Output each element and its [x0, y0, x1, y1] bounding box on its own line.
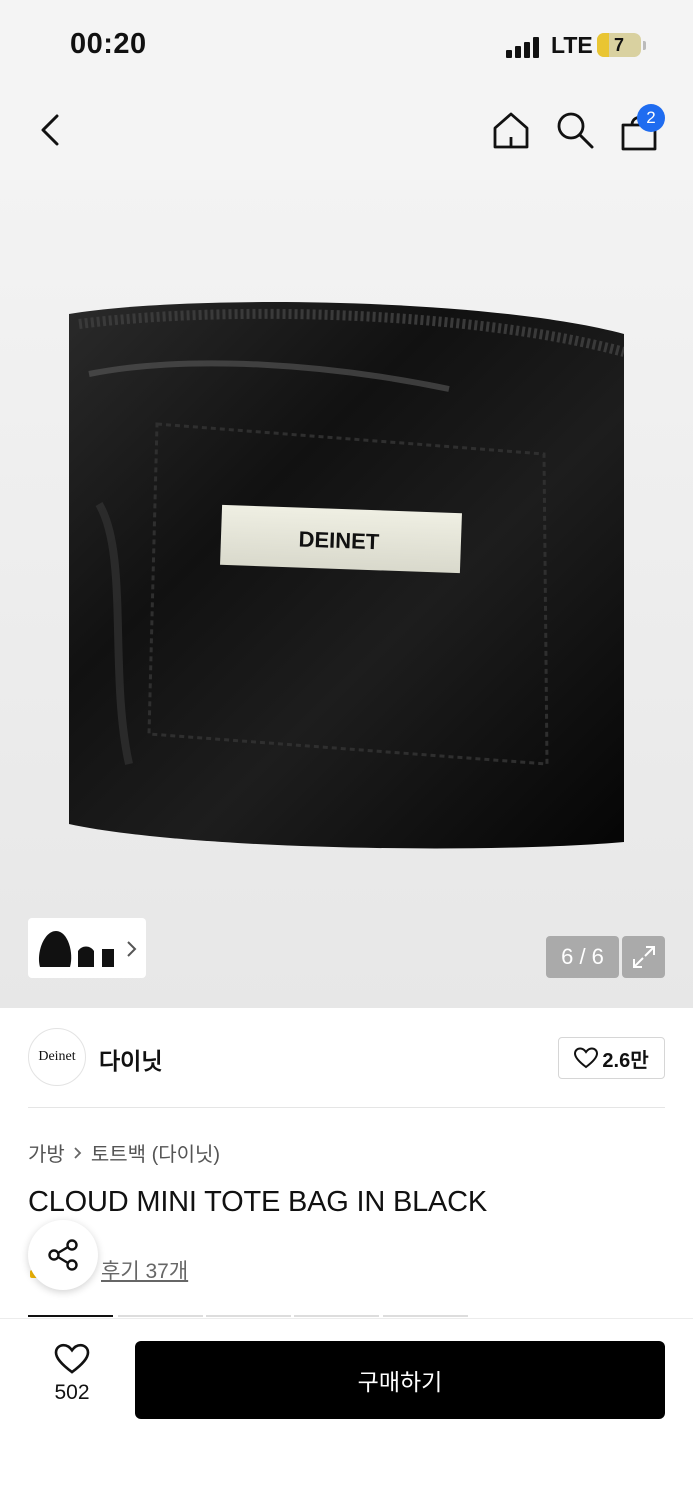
battery-icon: 7 [597, 33, 641, 57]
heart-outline-icon [574, 1047, 599, 1069]
product-image: DEINET [69, 302, 624, 849]
battery-cap [643, 41, 646, 50]
share-icon [48, 1239, 78, 1271]
top-nav [0, 90, 693, 180]
divider [28, 1107, 665, 1108]
signal-icon [506, 36, 542, 58]
fullscreen-button[interactable] [622, 936, 665, 978]
network-type: LTE [551, 32, 593, 58]
like-button[interactable]: 502 [36, 1343, 108, 1413]
brand-favorite-button[interactable]: 2.6만 [558, 1037, 665, 1079]
share-button[interactable] [28, 1220, 98, 1290]
like-count: 502 [54, 1381, 90, 1404]
expand-icon [632, 946, 655, 968]
bag-label-text: DEINET [298, 527, 380, 555]
gallery-thumbnails[interactable] [28, 918, 146, 978]
brand-favorite-count: 2.6만 [602, 1049, 649, 1072]
status-bar: 00:20 LTE 7 [0, 0, 693, 90]
product-detail-screen: 00:20 LTE 7 2 DEINET 6 / 6 Deinet 다이닛 2.… [0, 0, 693, 1500]
brand-name[interactable]: 다이닛 [99, 1042, 162, 1076]
chevron-right-icon [127, 941, 137, 957]
chevron-right-icon [74, 1146, 82, 1159]
bag-thumbnail-icon [38, 931, 114, 967]
heart-outline-icon [54, 1343, 90, 1374]
battery-level: 7 [613, 35, 624, 55]
image-counter: 6 / 6 [546, 936, 619, 978]
buy-button[interactable]: 구매하기 [135, 1341, 665, 1419]
search-icon [557, 112, 594, 149]
cart-count-badge: 2 [637, 104, 665, 132]
breadcrumb-item-category[interactable]: 가방 [28, 1138, 65, 1167]
breadcrumb: 가방 토트백 (다이닛) [28, 1138, 220, 1167]
brand-row[interactable]: Deinet 다이닛 2.6만 [28, 1028, 665, 1086]
review-count-link[interactable]: 후기 37개 [101, 1255, 188, 1285]
chevron-left-icon [41, 114, 59, 146]
status-time: 00:20 [70, 28, 147, 60]
product-gallery[interactable]: DEINET 6 / 6 [0, 180, 693, 1008]
breadcrumb-item-subcategory[interactable]: 토트백 (다이닛) [91, 1138, 220, 1167]
home-icon [493, 112, 529, 149]
back-button[interactable] [26, 106, 74, 154]
home-button[interactable] [487, 106, 535, 154]
brand-logo[interactable]: Deinet [28, 1028, 86, 1086]
bottom-action-bar: 502 구매하기 [0, 1318, 693, 1500]
product-title: CLOUD MINI TOTE BAG IN BLACK [28, 1186, 488, 1218]
search-button[interactable] [551, 106, 599, 154]
